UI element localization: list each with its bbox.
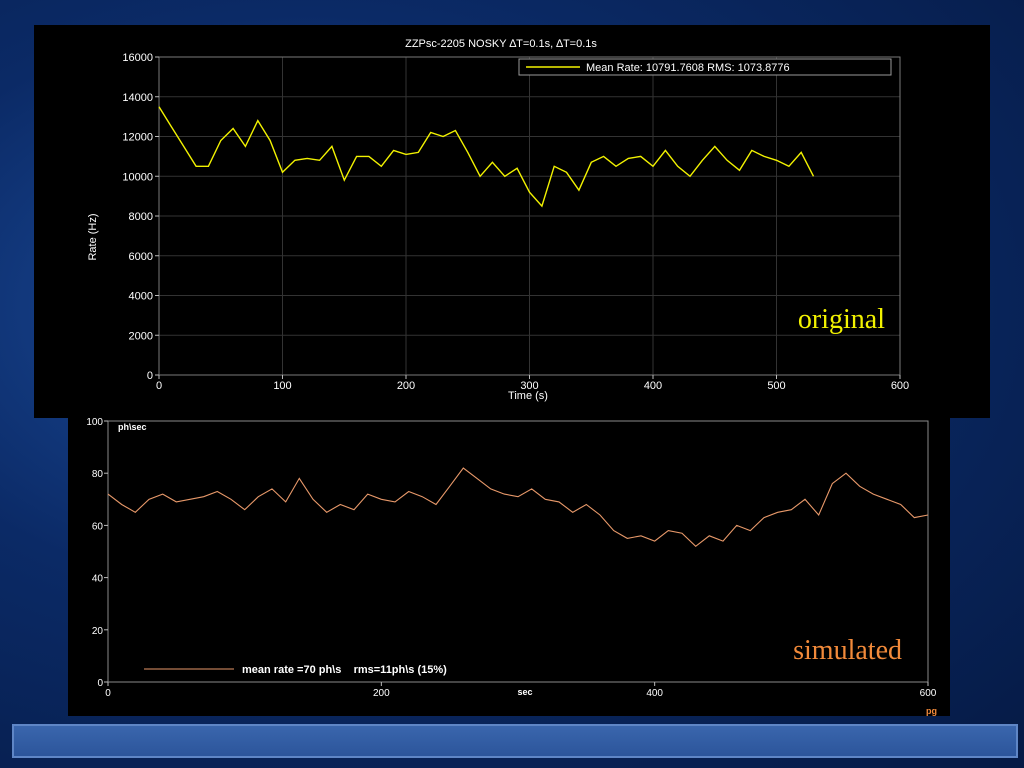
legend: mean rate =70 ph\s rms=11ph\s (15%) bbox=[144, 664, 447, 676]
x-tick-label: 100 bbox=[273, 380, 291, 392]
corner-label: pg bbox=[926, 706, 937, 716]
y-tick-label: 8000 bbox=[129, 211, 153, 223]
y-tick-label: 0 bbox=[97, 678, 103, 689]
x-tick-label: 400 bbox=[644, 380, 662, 392]
annotation-original: original bbox=[798, 304, 885, 335]
x-axis-label: sec bbox=[517, 687, 532, 697]
original-chart: 0 2000 4000 6000 8000 10000 12000 14000 16000 0 1… bbox=[87, 38, 909, 402]
y-tick-label: 40 bbox=[92, 574, 104, 585]
y-tick-label: 2000 bbox=[129, 330, 153, 342]
annotation-simulated: simulated bbox=[793, 635, 902, 666]
legend-label: mean rate =70 ph\s rms=11ph\s (15%) bbox=[242, 664, 447, 676]
y-tick-label: 80 bbox=[92, 469, 104, 480]
y-tick-label: 6000 bbox=[129, 251, 153, 263]
y-tick-label: 12000 bbox=[122, 132, 153, 144]
unit-label: ph\sec bbox=[118, 422, 147, 432]
x-tick-label: 200 bbox=[397, 380, 415, 392]
series-line-original bbox=[158, 106, 815, 208]
y-tick-label: 14000 bbox=[122, 92, 153, 104]
x-tick-label: 0 bbox=[156, 380, 162, 392]
footer-bar bbox=[12, 724, 1018, 758]
y-tick-label: 4000 bbox=[129, 291, 153, 303]
simulated-chart-panel: 0 20 40 60 80 100 0 200 400 600 ph\sec sec pg me… bbox=[68, 418, 950, 716]
original-chart-panel: 0 2000 4000 6000 8000 10000 12000 14000 16000 0 1… bbox=[34, 25, 990, 418]
simulated-chart: 0 20 40 60 80 100 0 200 400 600 ph\sec sec pg me… bbox=[86, 418, 937, 716]
y-tick-label: 60 bbox=[92, 521, 104, 532]
y-tick-label: 100 bbox=[86, 418, 103, 428]
y-tick-label: 10000 bbox=[122, 171, 153, 183]
series-line-simulated bbox=[107, 467, 929, 548]
y-tick-label: 20 bbox=[92, 626, 104, 637]
x-axis-label: Time (s) bbox=[508, 390, 548, 402]
x-tick-label: 200 bbox=[373, 688, 390, 699]
legend: Mean Rate: 10791.7608 RMS: 1073.8776 bbox=[518, 58, 892, 76]
grid bbox=[159, 57, 900, 375]
x-tick-label: 0 bbox=[105, 688, 111, 699]
chart-title: ZZPsc-2205 NOSKY ∆T=0.1s, ∆T=0.1s bbox=[405, 38, 597, 50]
y-tick-label: 0 bbox=[147, 370, 153, 382]
y-tick-label: 16000 bbox=[122, 52, 153, 64]
legend-label: Mean Rate: 10791.7608 RMS: 1073.8776 bbox=[586, 62, 790, 74]
y-axis-ticks: 0 20 40 60 80 100 bbox=[86, 418, 108, 689]
x-tick-label: 400 bbox=[646, 688, 663, 699]
x-tick-label: 500 bbox=[767, 380, 785, 392]
y-axis-ticks: 0 2000 4000 6000 8000 10000 12000 14000 16000 bbox=[122, 52, 159, 382]
x-tick-label: 600 bbox=[891, 380, 909, 392]
x-tick-label: 600 bbox=[920, 688, 937, 699]
y-axis-label: Rate (Hz) bbox=[87, 213, 99, 260]
